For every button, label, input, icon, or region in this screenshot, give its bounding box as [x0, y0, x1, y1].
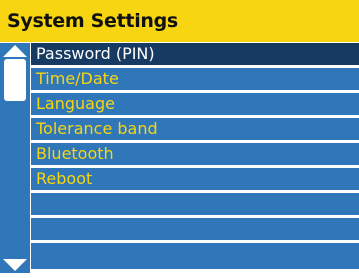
system-settings-screen: System Settings Password (PIN) Time/Date…: [0, 0, 359, 278]
scrollbar[interactable]: [0, 43, 30, 273]
menu-item-empty: [31, 218, 359, 240]
settings-menu: Password (PIN) Time/Date Language Tolera…: [31, 43, 359, 273]
scroll-down-icon[interactable]: [3, 259, 27, 271]
menu-item-reboot[interactable]: Reboot: [31, 168, 359, 190]
menu-item-time-date[interactable]: Time/Date: [31, 68, 359, 90]
menu-item-language[interactable]: Language: [31, 93, 359, 115]
scroll-thumb[interactable]: [4, 59, 26, 101]
menu-item-password-pin[interactable]: Password (PIN): [31, 43, 359, 65]
menu-item-tolerance-band[interactable]: Tolerance band: [31, 118, 359, 140]
menu-item-bluetooth[interactable]: Bluetooth: [31, 143, 359, 165]
page-title: System Settings: [0, 0, 359, 42]
menu-item-empty: [31, 243, 359, 269]
scroll-up-icon[interactable]: [3, 45, 27, 57]
menu-item-empty: [31, 193, 359, 215]
